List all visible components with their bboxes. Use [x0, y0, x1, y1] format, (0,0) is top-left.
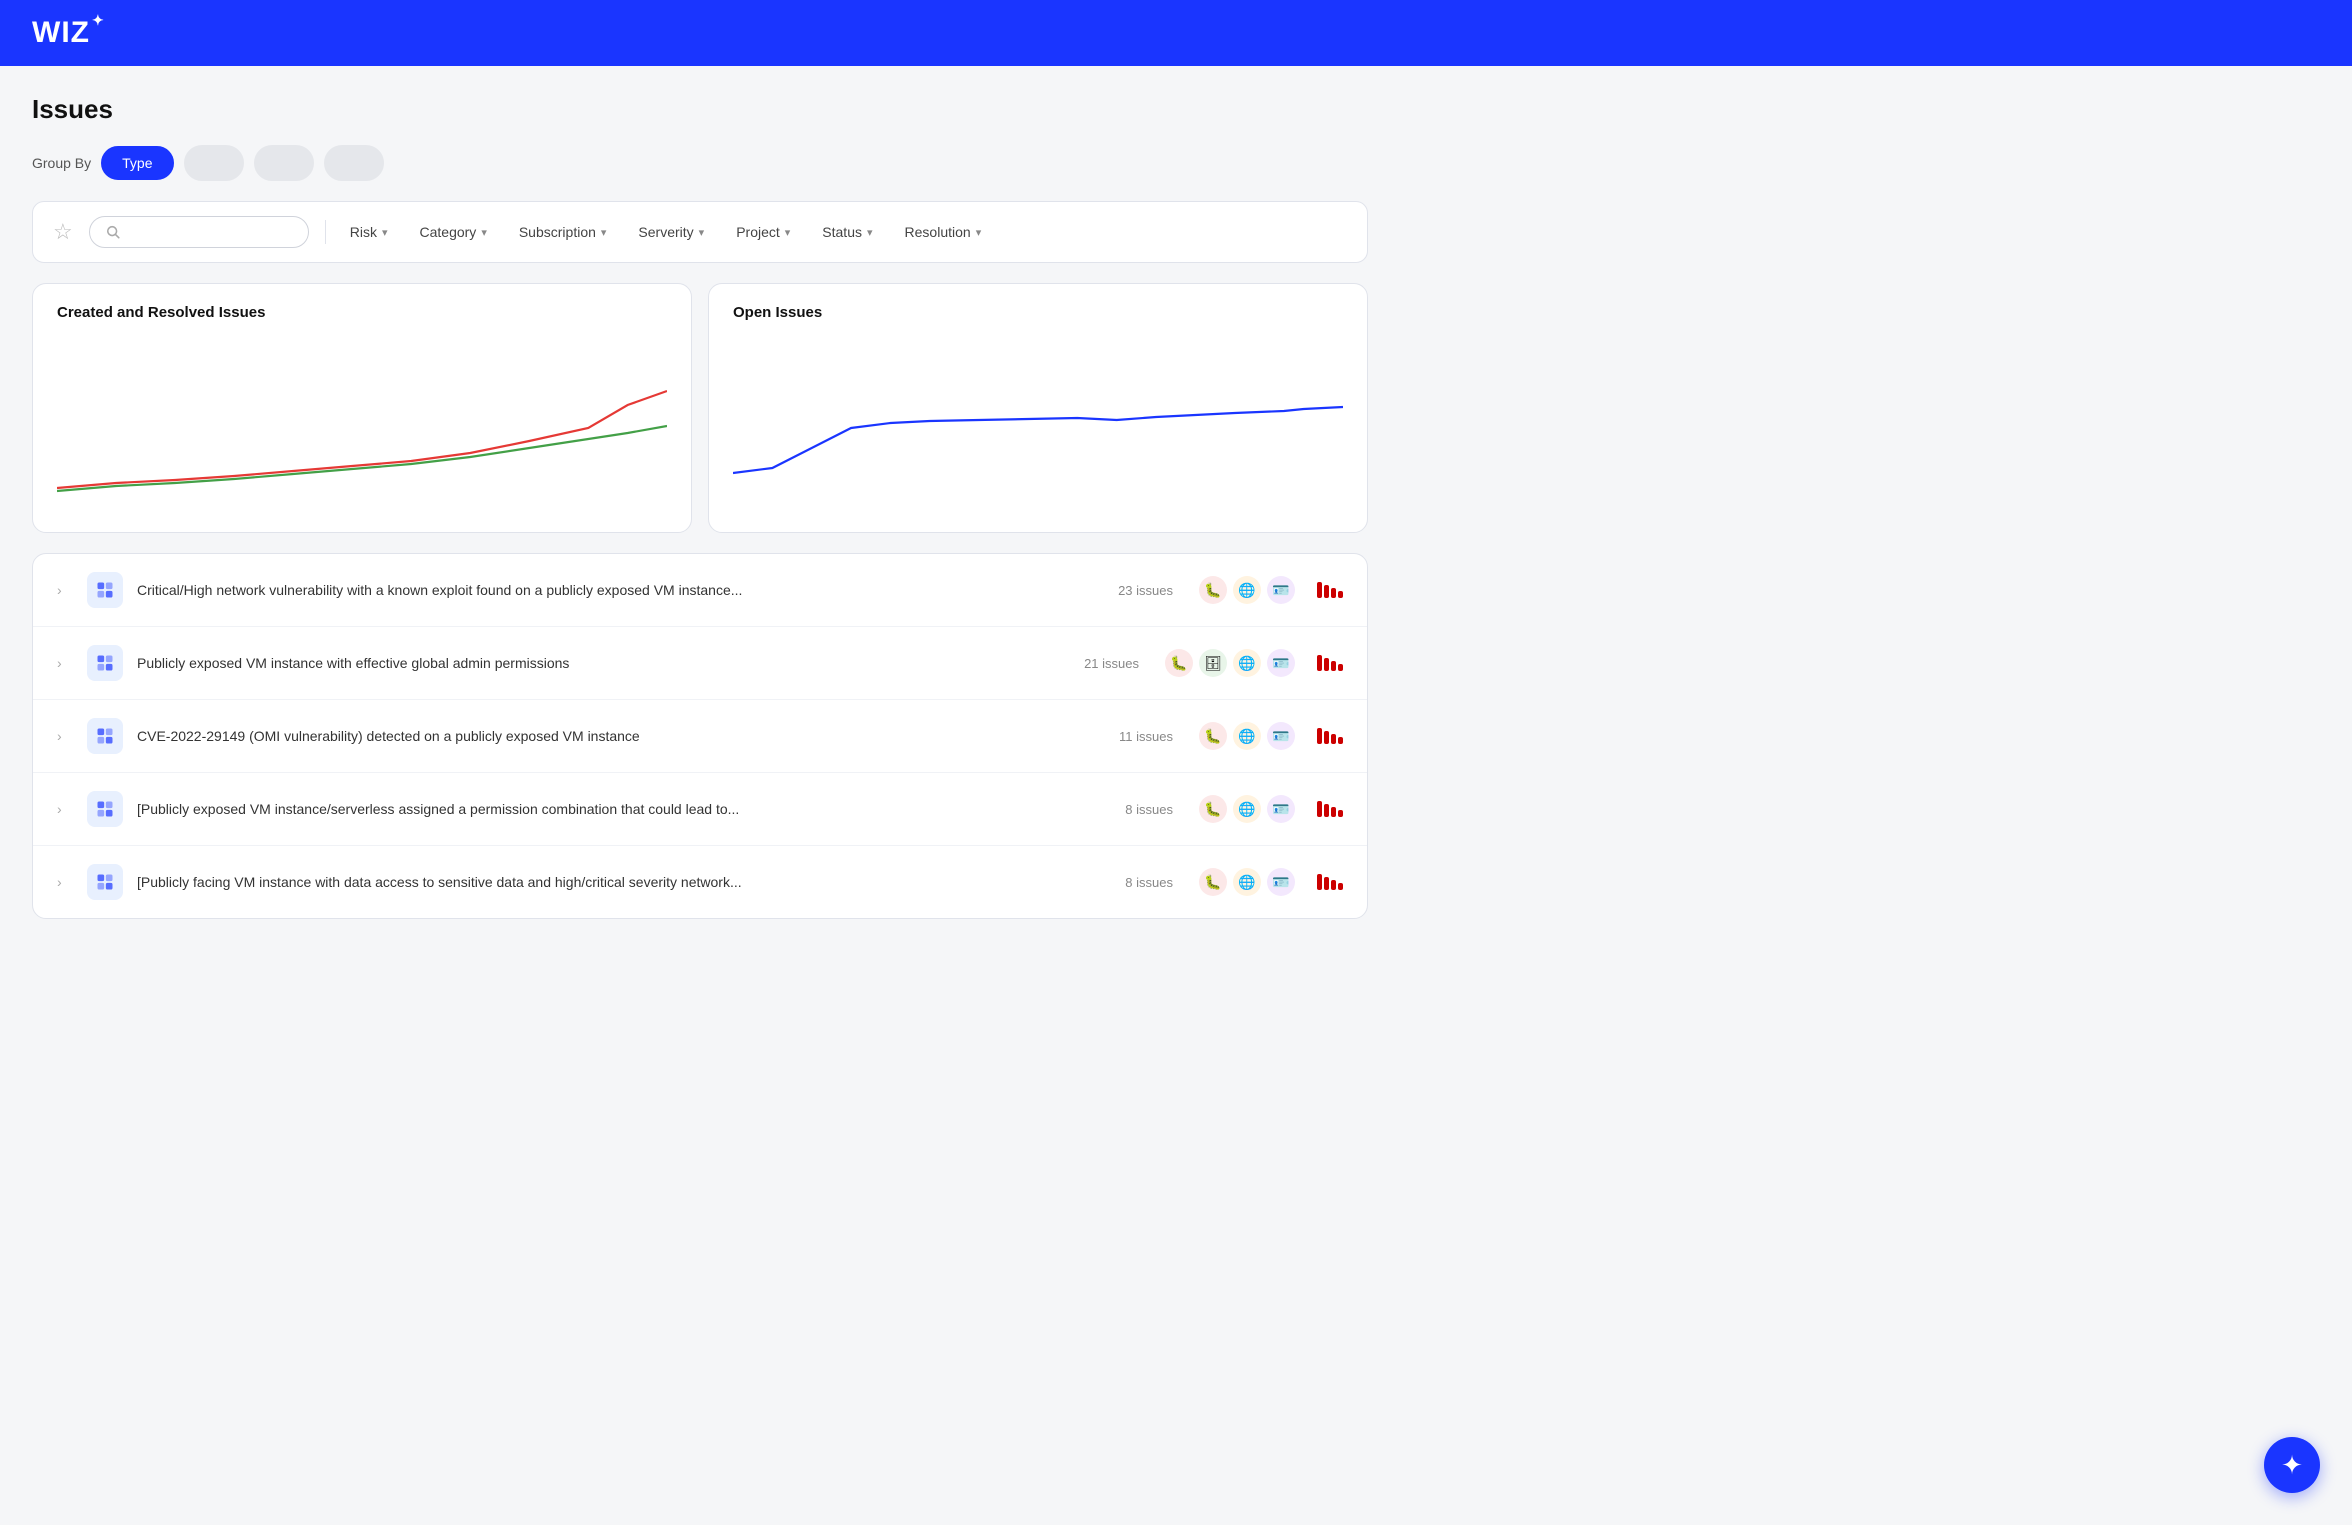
group-by-opt4[interactable]	[324, 145, 384, 181]
chevron-down-icon: ▾	[976, 226, 982, 239]
chevron-down-icon: ▾	[601, 226, 607, 239]
issue-badges: 🐛 🌐 🪪	[1199, 722, 1295, 750]
severity-bars	[1317, 582, 1343, 598]
severity-bars	[1317, 728, 1343, 744]
search-input[interactable]	[128, 224, 292, 240]
group-by-opt3[interactable]	[254, 145, 314, 181]
id-icon: 🪪	[1267, 722, 1295, 750]
issue-type-icon	[87, 718, 123, 754]
filter-bar: ☆ Risk ▾ Category ▾ Subscription ▾ Serve…	[32, 201, 1368, 263]
issue-badges: 🐛 🌐 🪪	[1199, 868, 1295, 896]
fab-button[interactable]: ✦	[2264, 1437, 2320, 1493]
chevron-down-icon: ▾	[867, 226, 873, 239]
logo-text: wiz	[32, 16, 90, 50]
severity-bars	[1317, 801, 1343, 817]
chart-open-issues: Open Issues	[708, 283, 1368, 533]
star-favorite-icon[interactable]: ☆	[53, 219, 73, 245]
group-by-opt2[interactable]	[184, 145, 244, 181]
expand-arrow-icon: ›	[57, 655, 73, 671]
bug-icon: 🐛	[1199, 795, 1227, 823]
id-icon: 🪪	[1267, 576, 1295, 604]
logo: wiz✦	[32, 16, 103, 50]
bug-icon: 🐛	[1165, 649, 1193, 677]
severity-bars	[1317, 655, 1343, 671]
issue-type-icon	[87, 645, 123, 681]
chart-created-resolved: Created and Resolved Issues	[32, 283, 692, 533]
chart-right-svg	[733, 333, 1343, 513]
filter-project[interactable]: Project ▾	[728, 220, 798, 244]
issue-text: [Publicly facing VM instance with data a…	[137, 874, 1103, 890]
issue-row[interactable]: › [Publicly facing VM instance with data…	[33, 846, 1367, 918]
issue-count: 8 issues	[1125, 875, 1173, 890]
filter-subscription[interactable]: Subscription ▾	[511, 220, 615, 244]
chevron-down-icon: ▾	[481, 226, 487, 239]
issue-count: 23 issues	[1118, 583, 1173, 598]
issue-row[interactable]: › CVE-2022-29149 (OMI vulnerability) det…	[33, 700, 1367, 773]
filter-category[interactable]: Category ▾	[412, 220, 495, 244]
issue-row[interactable]: › Publicly exposed VM instance with effe…	[33, 627, 1367, 700]
issue-type-icon	[87, 791, 123, 827]
expand-arrow-icon: ›	[57, 801, 73, 817]
severity-bars	[1317, 874, 1343, 890]
filter-status[interactable]: Status ▾	[814, 220, 880, 244]
issue-row[interactable]: › Critical/High network vulnerability wi…	[33, 554, 1367, 627]
chevron-down-icon: ▾	[785, 226, 791, 239]
issue-badges: 🐛 🗄 🌐 🪪	[1165, 649, 1295, 677]
expand-arrow-icon: ›	[57, 582, 73, 598]
globe-icon: 🌐	[1233, 868, 1261, 896]
issue-list: › Critical/High network vulnerability wi…	[32, 553, 1368, 919]
filter-divider	[325, 220, 326, 244]
logo-star: ✦	[92, 12, 103, 29]
id-icon: 🪪	[1267, 868, 1295, 896]
expand-arrow-icon: ›	[57, 728, 73, 744]
issue-text: Publicly exposed VM instance with effect…	[137, 655, 1062, 671]
bug-icon: 🐛	[1199, 576, 1227, 604]
chart-left-title: Created and Resolved Issues	[57, 304, 667, 321]
filter-resolution[interactable]: Resolution ▾	[897, 220, 990, 244]
issue-count: 21 issues	[1084, 656, 1139, 671]
main-content: Issues Group By Type ☆ Risk ▾ Category ▾…	[0, 66, 1400, 947]
charts-row: Created and Resolved Issues Open Issues	[32, 283, 1368, 533]
chart-right-title: Open Issues	[733, 304, 1343, 321]
app-header: wiz✦	[0, 0, 2352, 66]
group-by-label: Group By	[32, 155, 91, 171]
globe-icon: 🌐	[1233, 722, 1261, 750]
issue-count: 11 issues	[1119, 729, 1173, 744]
chevron-down-icon: ▾	[382, 226, 388, 239]
bug-icon: 🐛	[1199, 868, 1227, 896]
page-title: Issues	[32, 94, 1368, 125]
filter-risk[interactable]: Risk ▾	[342, 220, 396, 244]
issue-text: [Publicly exposed VM instance/serverless…	[137, 801, 1103, 817]
id-icon: 🪪	[1267, 795, 1295, 823]
db-icon: 🗄	[1199, 649, 1227, 677]
issue-badges: 🐛 🌐 🪪	[1199, 795, 1295, 823]
issue-text: CVE-2022-29149 (OMI vulnerability) detec…	[137, 728, 1097, 744]
globe-icon: 🌐	[1233, 795, 1261, 823]
id-icon: 🪪	[1267, 649, 1295, 677]
issue-row[interactable]: › [Publicly exposed VM instance/serverle…	[33, 773, 1367, 846]
issue-type-icon	[87, 572, 123, 608]
search-icon	[106, 224, 120, 240]
search-box	[89, 216, 309, 248]
fab-icon: ✦	[2281, 1450, 2303, 1481]
issue-count: 8 issues	[1125, 802, 1173, 817]
chart-left-svg	[57, 333, 667, 513]
bug-icon: 🐛	[1199, 722, 1227, 750]
expand-arrow-icon: ›	[57, 874, 73, 890]
group-by-row: Group By Type	[32, 145, 1368, 181]
issue-badges: 🐛 🌐 🪪	[1199, 576, 1295, 604]
chevron-down-icon: ▾	[699, 226, 705, 239]
group-by-type[interactable]: Type	[101, 146, 173, 180]
issue-type-icon	[87, 864, 123, 900]
filter-severity[interactable]: Serverity ▾	[630, 220, 712, 244]
globe-icon: 🌐	[1233, 649, 1261, 677]
globe-icon: 🌐	[1233, 576, 1261, 604]
issue-text: Critical/High network vulnerability with…	[137, 582, 1096, 598]
